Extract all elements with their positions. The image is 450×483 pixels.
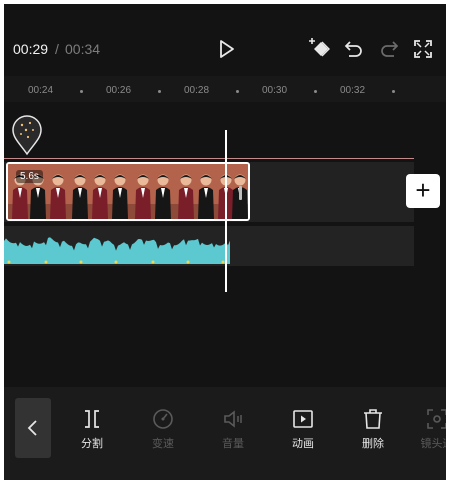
clip-trim-handle[interactable] [239, 186, 242, 200]
beat-marker [7, 260, 11, 264]
split-label: 分割 [81, 438, 103, 450]
fullscreen-icon[interactable] [414, 40, 432, 58]
play-icon[interactable] [218, 39, 236, 59]
beat-marker [151, 260, 155, 264]
beat-marker [186, 260, 190, 264]
beat-marker [79, 260, 83, 264]
time-separator: / [55, 41, 59, 57]
ruler-dot [392, 90, 395, 93]
camera-track-button[interactable]: 镜头追 [409, 407, 446, 463]
redo-icon[interactable] [379, 40, 399, 58]
audio-waveform[interactable] [4, 226, 234, 266]
clip-thumbnails [8, 164, 248, 219]
back-button[interactable] [15, 398, 51, 458]
delete-button[interactable]: 删除 [345, 407, 401, 463]
beat-marker [44, 260, 48, 264]
split-button[interactable]: 分割 [64, 407, 120, 463]
split-icon [85, 410, 99, 428]
ruler-dot [158, 90, 161, 93]
player-controls: 00:29 / 00:34 [4, 4, 446, 74]
playhead[interactable] [225, 130, 227, 292]
beat-marker [114, 260, 118, 264]
keyframe-add-icon[interactable] [308, 37, 332, 59]
animation-icon [293, 410, 313, 428]
delete-icon [364, 409, 382, 429]
delete-label: 删除 [362, 438, 384, 450]
track-divider [4, 158, 414, 159]
camera-track-label: 镜头追 [420, 438, 447, 450]
ruler-label: 00:26 [106, 85, 132, 96]
ruler-dot [80, 90, 83, 93]
ruler-label: 00:28 [184, 85, 210, 96]
animation-label: 动画 [292, 438, 314, 450]
volume-icon [224, 410, 242, 428]
current-time: 00:29 [13, 41, 49, 57]
volume-label: 音量 [222, 438, 244, 450]
speed-button[interactable]: 变速 [135, 407, 191, 463]
speed-icon [153, 409, 173, 429]
video-clip[interactable]: 5.6s [6, 162, 250, 221]
volume-button[interactable]: 音量 [205, 407, 261, 463]
total-time: 00:34 [65, 41, 101, 57]
bottom-toolbar: 分割 变速 音量 动画 删除 镜头 [4, 387, 446, 480]
ruler-dot [314, 90, 317, 93]
undo-icon[interactable] [344, 40, 364, 58]
video-editor: 00:29 / 00:34 00:24 00:26 00:28 00:30 00… [4, 4, 446, 480]
camera-track-icon [427, 409, 446, 429]
animation-button[interactable]: 动画 [275, 407, 331, 463]
timeline-marker-icon[interactable] [10, 114, 44, 156]
ruler-label: 00:32 [340, 85, 366, 96]
clip-duration-badge: 5.6s [16, 170, 43, 183]
chevron-left-icon [27, 420, 37, 436]
timeline-ruler[interactable]: 00:24 00:26 00:28 00:30 00:32 [4, 76, 446, 102]
add-clip-button[interactable]: + [406, 174, 440, 208]
ruler-label: 00:30 [262, 85, 288, 96]
ruler-label: 00:24 [28, 85, 54, 96]
speed-label: 变速 [152, 438, 174, 450]
ruler-dot [236, 90, 239, 93]
